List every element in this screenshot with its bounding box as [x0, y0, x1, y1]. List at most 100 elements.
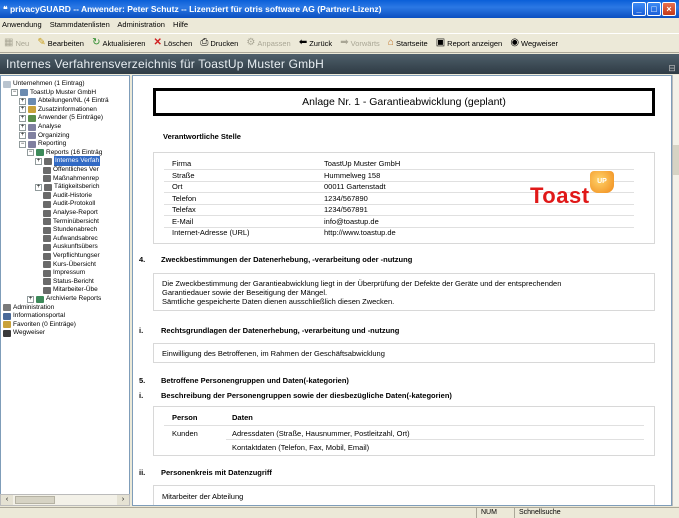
minimize-icon[interactable]: _ [632, 2, 646, 16]
info-portal-icon [3, 312, 11, 320]
table-divider [226, 439, 644, 440]
forward-arrow-icon: ➡ [340, 37, 349, 48]
stelle-label: Internet-Adresse (URL) [172, 228, 250, 237]
personenkreis-box: Mitarbeiter der Abteilung [153, 485, 655, 505]
table-cell-person: Kunden [172, 429, 198, 438]
menu-administration[interactable]: Administration [117, 20, 165, 29]
stelle-value: 1234/567891 [324, 205, 368, 214]
refresh-icon: ↻ [92, 37, 101, 48]
report-icon [43, 200, 51, 208]
expand-icon[interactable]: + [19, 97, 26, 105]
collapse-icon[interactable]: − [19, 140, 26, 148]
logo-text: Toast [530, 183, 590, 208]
report-icon [43, 192, 51, 200]
logo-cup-icon: UP [590, 171, 614, 193]
app-icon: ❝ [3, 4, 10, 14]
content-vertical-scrollbar[interactable] [672, 75, 679, 506]
window-title: privacyGUARD -- Anwender: Peter Schutz -… [9, 4, 382, 14]
report-icon [43, 261, 51, 269]
edit-button[interactable]: ✎ Bearbeiten [37, 34, 84, 52]
num-lock-indicator: NUM [476, 508, 514, 518]
analysis-icon [28, 123, 36, 131]
scrollbar-thumb[interactable] [673, 145, 679, 175]
expand-icon[interactable]: + [19, 106, 26, 114]
print-icon: ⎙ [200, 37, 209, 48]
delete-button[interactable]: ✕ Löschen [154, 34, 193, 52]
page-title-banner: Internes Verfahrensverzeichnis für Toast… [0, 54, 679, 74]
window-titlebar: ❝ privacyGUARD -- Anwender: Peter Schutz… [0, 0, 679, 18]
report-icon [43, 235, 51, 243]
stelle-label: Straße [172, 170, 195, 180]
row-divider [164, 169, 634, 170]
reporting-icon [28, 140, 36, 148]
collapse-icon[interactable]: − [27, 149, 34, 157]
tree-horizontal-scrollbar[interactable]: ‹ › [0, 494, 130, 506]
menu-anwendung[interactable]: Anwendung [2, 20, 42, 29]
report-icon [43, 286, 51, 294]
expand-icon[interactable]: + [19, 114, 26, 122]
back-arrow-icon: ⬅ [298, 37, 308, 48]
tree-label: Wegweiser [13, 329, 46, 337]
stelle-label: Telefon [172, 193, 197, 203]
rechtsgrundlagen-box: Einwilligung des Betroffenen, im Rahmen … [153, 343, 655, 363]
report-icon [43, 166, 51, 174]
stelle-value: ToastUp Muster GmbH [324, 159, 401, 168]
info-icon [28, 106, 36, 114]
admin-icon [3, 304, 11, 312]
section-rechtsgrundlagen-title: i. Rechtsgrundlagen der Datenerhebung, -v… [139, 326, 400, 335]
stelle-label: Ort [172, 182, 183, 191]
report-icon: ▣ [435, 37, 446, 48]
stelle-label: Firma [172, 159, 192, 168]
toolbar: ▦ Neu ✎ Bearbeiten ↻ Aktualisieren ✕ Löschen… [0, 33, 679, 53]
scroll-left-icon[interactable]: ‹ [1, 495, 13, 505]
expand-icon[interactable]: + [19, 123, 26, 131]
tree-label: Archivierte Reports [46, 295, 102, 302]
report-icon [43, 209, 51, 217]
print-button[interactable]: ⎙ Drucken [200, 34, 238, 52]
stelle-value: 1234/567890 [324, 193, 368, 203]
page-title: Internes Verfahrensverzeichnis für Toast… [6, 57, 325, 71]
guide-icon [3, 329, 11, 337]
stelle-label: Telefax [172, 205, 196, 214]
menu-stammdatenlisten[interactable]: Stammdatenlisten [50, 20, 110, 29]
new-icon: ▦ [4, 37, 14, 48]
quick-search-field[interactable]: Schnellsuche [514, 508, 674, 518]
archive-icon [36, 295, 44, 303]
expand-icon[interactable]: + [35, 183, 42, 191]
expand-icon[interactable]: + [27, 295, 34, 303]
forward-button[interactable]: ➡ Vorwärts [340, 34, 380, 52]
favorites-icon [3, 321, 11, 329]
stelle-value: Hummelweg 158 [324, 170, 381, 180]
scrollbar-thumb[interactable] [15, 496, 55, 504]
adjust-icon: ⚙ [246, 37, 256, 48]
navigation-tree: Unternehmen (1 Eintrag) − ToastUp Muster G… [0, 75, 130, 506]
report-icon [43, 175, 51, 183]
personenkreis-text: Mitarbeiter der Abteilung [162, 492, 244, 501]
report-title: Anlage Nr. 1 - Garantieabwicklung (gepla… [153, 88, 655, 116]
stelle-value: http://www.toastup.de [324, 228, 396, 237]
back-button[interactable]: ⬅ Zurück [299, 34, 332, 52]
refresh-button[interactable]: ↻ Aktualisieren [92, 34, 145, 52]
home-icon: ⌂ [387, 37, 394, 48]
close-icon[interactable]: × [662, 2, 676, 16]
new-button[interactable]: ▦ Neu [4, 34, 29, 52]
section-verantwortliche-stelle: Verantwortliche Stelle [163, 132, 241, 141]
scroll-right-icon[interactable]: › [117, 495, 129, 505]
home-button[interactable]: ⌂ Startseite [388, 34, 428, 52]
expand-icon[interactable]: + [35, 157, 42, 165]
section-4-box: Die Zweckbestimmung der Garantieabwicklu… [153, 273, 655, 311]
menu-hilfe[interactable]: Hilfe [173, 20, 188, 29]
adjust-button[interactable]: ⚙ Anpassen [246, 34, 290, 52]
edit-icon: ✎ [37, 37, 46, 48]
maximize-icon[interactable]: □ [647, 2, 661, 16]
guide-button[interactable]: ◉ Wegweiser [510, 34, 558, 52]
stelle-label: E-Mail [172, 216, 194, 226]
organizer-icon [28, 132, 36, 140]
reports-folder-icon [36, 149, 44, 157]
show-report-button[interactable]: ▣ Report anzeigen [436, 34, 503, 52]
collapse-icon[interactable]: − [11, 89, 18, 97]
tree-root-wegweiser[interactable]: Wegweiser [3, 328, 45, 338]
table-cell-daten-2: Kontaktdaten (Telefon, Fax, Mobil, Email… [232, 443, 370, 452]
expand-icon[interactable]: + [19, 132, 26, 140]
table-header-daten: Daten [232, 413, 253, 422]
